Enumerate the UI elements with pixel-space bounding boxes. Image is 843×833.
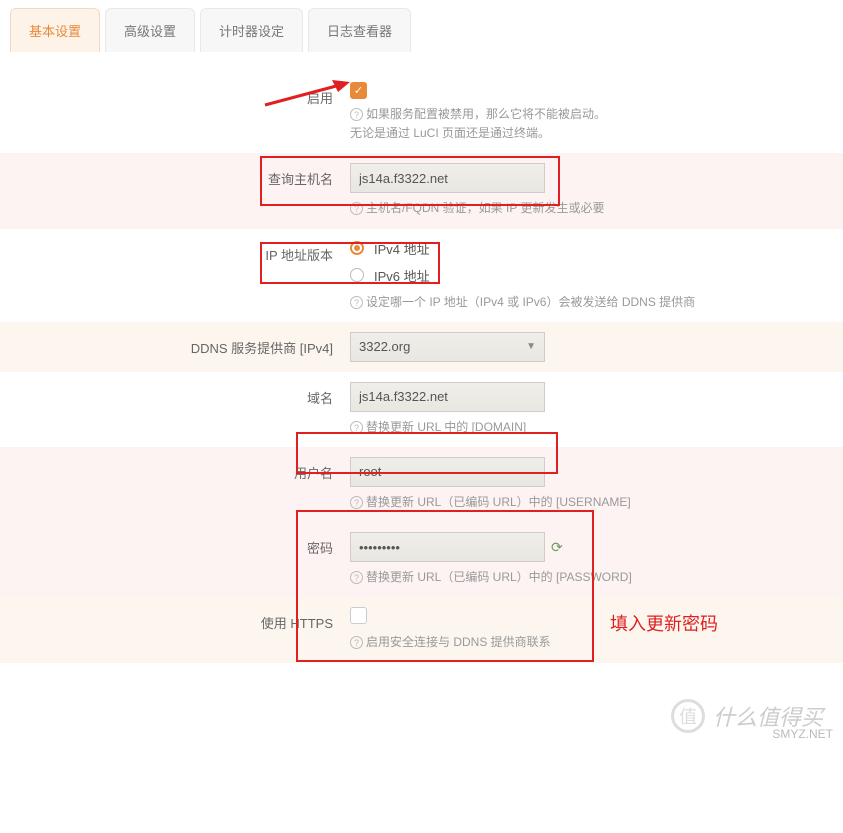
checkbox-enable[interactable]: ✓ [350, 82, 367, 99]
input-hostname[interactable] [350, 163, 545, 193]
label-hostname: 查询主机名 [0, 163, 345, 188]
radio-ipv4[interactable] [350, 241, 364, 255]
tab-log[interactable]: 日志查看器 [308, 8, 411, 52]
hint-enable: ?如果服务配置被禁用，那么它将不能被启动。 无论是通过 LuCI 页面还是通过终… [350, 105, 843, 143]
info-icon: ? [350, 636, 363, 649]
input-password[interactable] [350, 532, 545, 562]
info-icon: ? [350, 296, 363, 309]
radio-ipv6[interactable] [350, 268, 364, 282]
reveal-password-icon[interactable]: ⟳ [551, 539, 563, 556]
select-provider-value: 3322.org [359, 339, 410, 354]
info-icon: ? [350, 496, 363, 509]
info-icon: ? [350, 202, 363, 215]
hint-ipversion: ?设定哪一个 IP 地址（IPv4 或 IPv6）会被发送给 DDNS 提供商 [350, 293, 843, 312]
radio-label-ipv4: IPv4 地址 [374, 239, 430, 258]
chevron-down-icon: ▼ [526, 341, 536, 352]
radio-row-ipv6: IPv6 地址 [350, 266, 843, 285]
row-username: 用户名 ?替换更新 URL（已编码 URL）中的 [USERNAME] [0, 447, 843, 522]
row-password: 密码 ⟳ ?替换更新 URL（已编码 URL）中的 [PASSWORD] [0, 522, 843, 597]
radio-row-ipv4: IPv4 地址 [350, 239, 843, 258]
hint-https: ?启用安全连接与 DDNS 提供商联系 [350, 633, 843, 652]
row-hostname: 查询主机名 ?主机名/FQDN 验证，如果 IP 更新发生或必要 [0, 153, 843, 228]
input-username[interactable] [350, 457, 545, 487]
hint-username: ?替换更新 URL（已编码 URL）中的 [USERNAME] [350, 493, 843, 512]
row-ipversion: IP 地址版本 IPv4 地址 IPv6 地址 ?设定哪一个 IP 地址（IPv… [0, 229, 843, 322]
info-icon: ? [350, 108, 363, 121]
radio-label-ipv6: IPv6 地址 [374, 266, 430, 285]
form-content: 启用 ✓ ?如果服务配置被禁用，那么它将不能被启动。 无论是通过 LuCI 页面… [0, 52, 843, 743]
label-https: 使用 HTTPS [0, 607, 345, 632]
label-enable: 启用 [0, 82, 345, 107]
row-domain: 域名 ?替换更新 URL 中的 [DOMAIN] [0, 372, 843, 447]
tab-bar: 基本设置 高级设置 计时器设定 日志查看器 [0, 0, 843, 52]
label-domain: 域名 [0, 382, 345, 407]
tab-advanced[interactable]: 高级设置 [105, 8, 195, 52]
checkbox-https[interactable] [350, 607, 367, 624]
label-username: 用户名 [0, 457, 345, 482]
row-provider: DDNS 服务提供商 [IPv4] 3322.org ▼ [0, 322, 843, 372]
annotation-label-password: 填入更新密码 [610, 610, 718, 636]
info-icon: ? [350, 571, 363, 584]
info-icon: ? [350, 421, 363, 434]
input-domain[interactable] [350, 382, 545, 412]
hint-hostname: ?主机名/FQDN 验证，如果 IP 更新发生或必要 [350, 199, 843, 218]
tab-basic[interactable]: 基本设置 [10, 8, 100, 52]
hint-domain: ?替换更新 URL 中的 [DOMAIN] [350, 418, 843, 437]
label-provider: DDNS 服务提供商 [IPv4] [0, 332, 345, 357]
row-enable: 启用 ✓ ?如果服务配置被禁用，那么它将不能被启动。 无论是通过 LuCI 页面… [0, 72, 843, 153]
watermark-icon: 值 [671, 699, 705, 733]
watermark-site: SMYZ.NET [772, 727, 833, 741]
label-ipversion: IP 地址版本 [0, 239, 345, 264]
label-password: 密码 [0, 532, 345, 557]
tab-timer[interactable]: 计时器设定 [200, 8, 303, 52]
select-provider[interactable]: 3322.org ▼ [350, 332, 545, 362]
hint-password: ?替换更新 URL（已编码 URL）中的 [PASSWORD] [350, 568, 843, 587]
